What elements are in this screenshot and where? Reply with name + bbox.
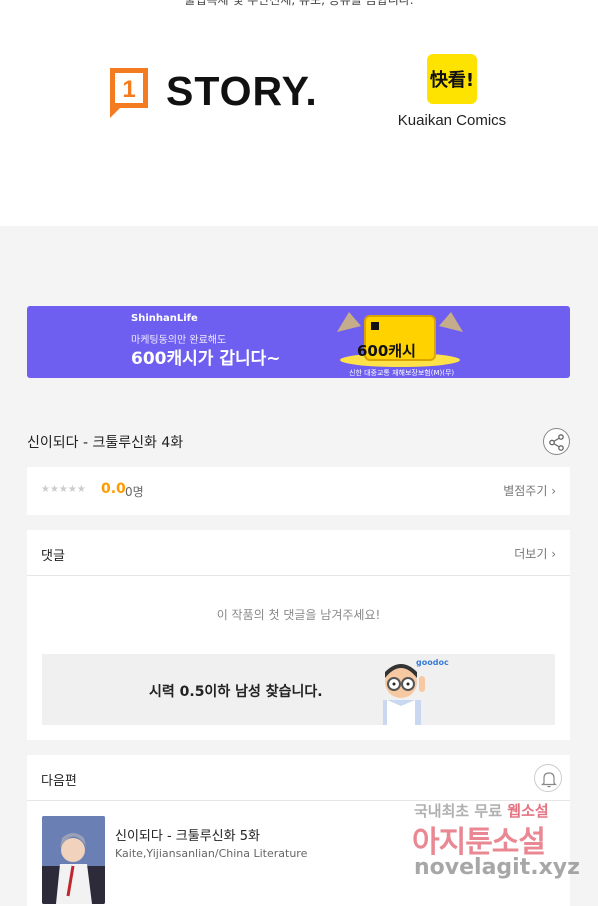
comments-card: 댓글 더보기 › 이 작품의 첫 댓글을 남겨주세요! 시력 0.5이하 남성 … [27, 530, 570, 740]
next-episode-title-label: 다음편 [41, 774, 77, 789]
story-wordmark: STORY. [166, 67, 318, 114]
next-episode-header: 다음편 [27, 755, 570, 801]
share-button[interactable] [543, 428, 570, 455]
comments-header: 댓글 더보기 › [27, 530, 570, 576]
comments-title: 댓글 [41, 549, 65, 564]
story-badge-number: 1 [122, 76, 135, 103]
banner-footnote: 신한 대중교통 재해보장보험(M)(무) [349, 369, 455, 377]
story-badge-icon: 1 [106, 64, 152, 118]
next-episode-thumbnail[interactable] [42, 816, 105, 904]
rating-count: 0명 [125, 485, 144, 499]
next-episode-card: 다음편 신이되다 - 크툴루신화 5화 Kaite,Yijiansanlian/… [27, 755, 570, 906]
next-episode-authors: Kaite,Yijiansanlian/China Literature [115, 847, 308, 860]
share-icon [549, 434, 564, 451]
next-episode-title[interactable]: 신이되다 - 크툴루신화 5화 [115, 825, 260, 844]
kuaikan-name: Kuaikan Comics [397, 112, 507, 129]
kuaikan-logo: 快看! Kuaikan Comics [396, 54, 508, 129]
ad-banner[interactable]: ShinhanLife 마케팅동의만 완료해도 600캐시가 갑니다~ 600캐… [27, 306, 570, 378]
rate-button[interactable]: 별점주기 › [503, 482, 556, 499]
bell-icon [541, 772, 557, 788]
inline-ad[interactable]: 시력 0.5이하 남성 찾습니다. goodoc [42, 654, 555, 725]
kuaikan-logo-icon: 快看! [427, 54, 477, 104]
comments-more-link[interactable]: 더보기 › [514, 545, 556, 562]
story-logo: 1 STORY. [106, 64, 318, 118]
episode-header: 신이되다 - 크툴루신화 4화 [27, 426, 570, 458]
rating-score: 0.0 [101, 481, 126, 497]
banner-brand: ShinhanLife [131, 313, 198, 324]
bell-button[interactable] [534, 764, 562, 792]
comments-empty-text: 이 작품의 첫 댓글을 남겨주세요! [216, 608, 381, 622]
publisher-section: 불법복제 및 무단전재, 유포, 공유를 금합니다. 1 STORY. 快看! … [0, 0, 598, 226]
rating-card: ★★★★★ 0.0 0명 별점주기 › [27, 467, 570, 515]
episode-title: 신이되다 - 크툴루신화 4화 [27, 435, 184, 451]
copyright-notice: 불법복제 및 무단전재, 유포, 공유를 금합니다. [184, 0, 414, 7]
banner-coin-label: 600캐시 [357, 342, 416, 360]
banner-headline: 600캐시가 갑니다~ [131, 349, 281, 369]
ad-person-illustration [383, 664, 425, 725]
ad-text: 시력 0.5이하 남성 찾습니다. [149, 684, 323, 700]
rating-stars: ★★★★★ [41, 484, 86, 495]
